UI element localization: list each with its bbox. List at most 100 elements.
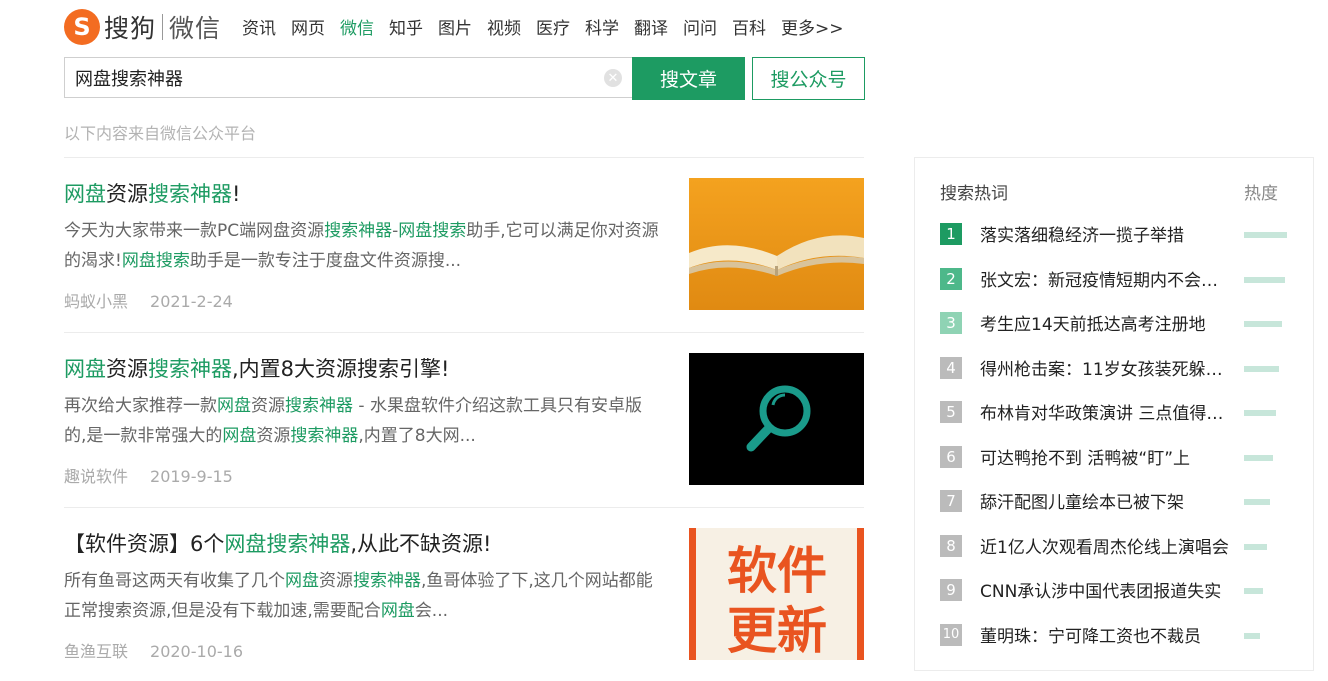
thumb-text-1: 软件 [727, 542, 827, 600]
text-segment: 所有鱼哥这两天有收集了几个 [64, 571, 285, 591]
hot-word-text[interactable]: 落实落细稳经济一揽子举措 [980, 221, 1232, 246]
highlight-text: 网盘搜索神器 [224, 532, 351, 556]
text-segment: 资源 [106, 182, 148, 206]
hot-word-text[interactable]: 考生应14天前抵达高考注册地 [980, 310, 1232, 335]
sogou-logo[interactable]: S 搜狗 微信 [64, 7, 221, 47]
result-date: 2021-2-24 [150, 292, 233, 311]
highlight-text: 搜索神器 [324, 221, 393, 241]
hot-word-text[interactable]: 可达鸭抢不到 活鸭被“盯”上 [980, 444, 1232, 469]
result-desc: 所有鱼哥这两天有收集了几个网盘资源搜索神器,鱼哥体验了下,这几个网站都能正常搜索… [64, 566, 664, 626]
rank-badge: 8 [940, 534, 962, 557]
result-date: 2020-10-16 [150, 642, 243, 661]
heat-bar [1244, 454, 1273, 461]
hot-word-item[interactable]: 10 董明珠：宁可降工资也不裁员 [940, 621, 1290, 651]
hot-word-text[interactable]: 舔汗配图儿童绘本已被下架 [980, 488, 1232, 513]
nav-item[interactable]: 翻译 [634, 14, 668, 39]
result-title[interactable]: 网盘资源搜索神器! [64, 178, 240, 208]
heat-bar [1244, 499, 1270, 505]
rank-badge: 1 [940, 223, 962, 245]
divider [64, 332, 864, 333]
highlight-text: 搜索神器 [353, 571, 421, 591]
result-item: 网盘资源搜索神器! 今天为大家带来一款PC端网盘资源搜索神器-网盘搜索助手,它可… [64, 178, 864, 312]
rank-badge: 5 [940, 401, 962, 423]
thumb-text-2: 更新 [727, 602, 827, 660]
result-date: 2019-9-15 [150, 467, 233, 486]
nav-item[interactable]: 资讯 [242, 14, 276, 39]
hot-word-item[interactable]: 6 可达鸭抢不到 活鸭被“盯”上 [940, 443, 1290, 473]
nav-item[interactable]: 百科 [732, 14, 766, 39]
highlight-text: 网盘 [64, 357, 106, 381]
nav-item[interactable]: 问问 [683, 14, 717, 39]
hot-word-text[interactable]: 布林肯对华政策演讲 三点值得关注 [980, 399, 1232, 424]
hot-word-text[interactable]: 张文宏：新冠疫情短期内不会消失 [980, 266, 1232, 291]
logo-divider [162, 14, 164, 40]
hot-word-item[interactable]: 9 CNN承认涉中国代表团报道失实 [940, 576, 1290, 606]
highlight-text: 网盘 [64, 182, 106, 206]
search-article-button[interactable]: 搜文章 [632, 57, 745, 100]
hot-word-item[interactable]: 4 得州枪击案：11岁女孩装死躲过一劫 [940, 354, 1290, 384]
hot-word-text[interactable]: 得州枪击案：11岁女孩装死躲过一劫 [980, 355, 1232, 380]
result-title[interactable]: 【软件资源】6个网盘搜索神器,从此不缺资源! [64, 528, 491, 558]
result-meta: 鱼渔互联 2020-10-16 [64, 638, 243, 662]
heat-bar [1244, 632, 1260, 639]
heat-bar [1244, 543, 1267, 550]
result-title[interactable]: 网盘资源搜索神器,内置8大资源搜索引擎! [64, 353, 449, 383]
text-segment: 【软件资源】6个 [64, 532, 225, 556]
text-segment: 再次给大家推荐一款 [64, 396, 217, 416]
nav-item[interactable]: 微信 [340, 14, 374, 39]
hot-word-text[interactable]: 近1亿人次观看周杰伦线上演唱会 [980, 533, 1232, 558]
highlight-text: 网盘 [217, 396, 251, 416]
hot-word-text[interactable]: 董明珠：宁可降工资也不裁员 [980, 622, 1232, 647]
highlight-text: 搜索神器 [148, 357, 232, 381]
highlight-text: 网盘搜索 [398, 221, 467, 241]
hot-words-panel: 搜索热词 热度 1 落实落细稳经济一揽子举措 2 张文宏：新冠疫情短期内不会消失 3 考生… [914, 157, 1314, 671]
result-item: 网盘资源搜索神器,内置8大资源搜索引擎! 再次给大家推荐一款网盘资源搜索神器 -… [64, 353, 864, 487]
heat-bar [1244, 276, 1285, 283]
heat-bar [1244, 321, 1282, 327]
result-source[interactable]: 蚂蚁小黑 [64, 292, 128, 311]
top-nav: 资讯 网页 微信 知乎 图片 视频 医疗 科学 翻译 问问 百科 更多>> [242, 14, 859, 39]
nav-item[interactable]: 科学 [585, 14, 619, 39]
nav-item[interactable]: 知乎 [389, 14, 423, 39]
text-segment: 资源 [106, 357, 148, 381]
hot-word-item[interactable]: 2 张文宏：新冠疫情短期内不会消失 [940, 265, 1290, 295]
search-input[interactable] [65, 58, 605, 97]
search-account-button[interactable]: 搜公众号 [752, 57, 865, 100]
rank-badge: 2 [940, 267, 962, 290]
divider [64, 157, 864, 158]
hot-word-item[interactable]: 3 考生应14天前抵达高考注册地 [940, 309, 1290, 339]
heat-bar [1244, 588, 1263, 594]
hot-word-item[interactable]: 7 舔汗配图儿童绘本已被下架 [940, 487, 1290, 517]
result-meta: 趣说软件 2019-9-15 [64, 463, 233, 487]
clear-icon[interactable]: ✕ [604, 69, 622, 87]
nav-item[interactable]: 图片 [438, 14, 472, 39]
hot-word-text[interactable]: CNN承认涉中国代表团报道失实 [980, 577, 1232, 602]
open-book-image[interactable] [689, 178, 864, 310]
nav-item[interactable]: 更多>> [781, 14, 844, 39]
search-box: ✕ [64, 57, 632, 98]
hot-word-item[interactable]: 8 近1亿人次观看周杰伦线上演唱会 [940, 532, 1290, 562]
heat-bar [1244, 410, 1276, 416]
magnifier-image[interactable] [689, 353, 864, 485]
highlight-text: 网盘搜索 [121, 251, 190, 271]
text-segment: 助手是一款专注于度盘文件资源搜... [189, 251, 462, 271]
text-segment: 今天为大家带来一款PC端网盘资源 [64, 221, 325, 241]
result-source[interactable]: 鱼渔互联 [64, 642, 128, 661]
highlight-text: 搜索神器 [148, 182, 232, 206]
nav-item[interactable]: 网页 [291, 14, 325, 39]
rank-badge: 4 [940, 356, 962, 379]
text-segment: 资源 [256, 426, 291, 446]
brand-name: 搜狗 [104, 14, 157, 43]
divider [64, 507, 864, 508]
text-segment: ,内置8大资源搜索引擎! [232, 357, 450, 381]
highlight-text: 搜索神器 [285, 396, 353, 416]
rank-badge: 3 [940, 312, 962, 334]
highlight-text: 搜索神器 [290, 426, 359, 446]
result-source[interactable]: 趣说软件 [64, 467, 128, 486]
hot-word-item[interactable]: 1 落实落细稳经济一揽子举措 [940, 220, 1290, 250]
nav-item[interactable]: 医疗 [536, 14, 570, 39]
software-update-image[interactable]: 软件 更新 [689, 528, 864, 660]
hot-word-item[interactable]: 5 布林肯对华政策演讲 三点值得关注 [940, 398, 1290, 428]
nav-item[interactable]: 视频 [487, 14, 521, 39]
result-meta: 蚂蚁小黑 2021-2-24 [64, 288, 233, 312]
